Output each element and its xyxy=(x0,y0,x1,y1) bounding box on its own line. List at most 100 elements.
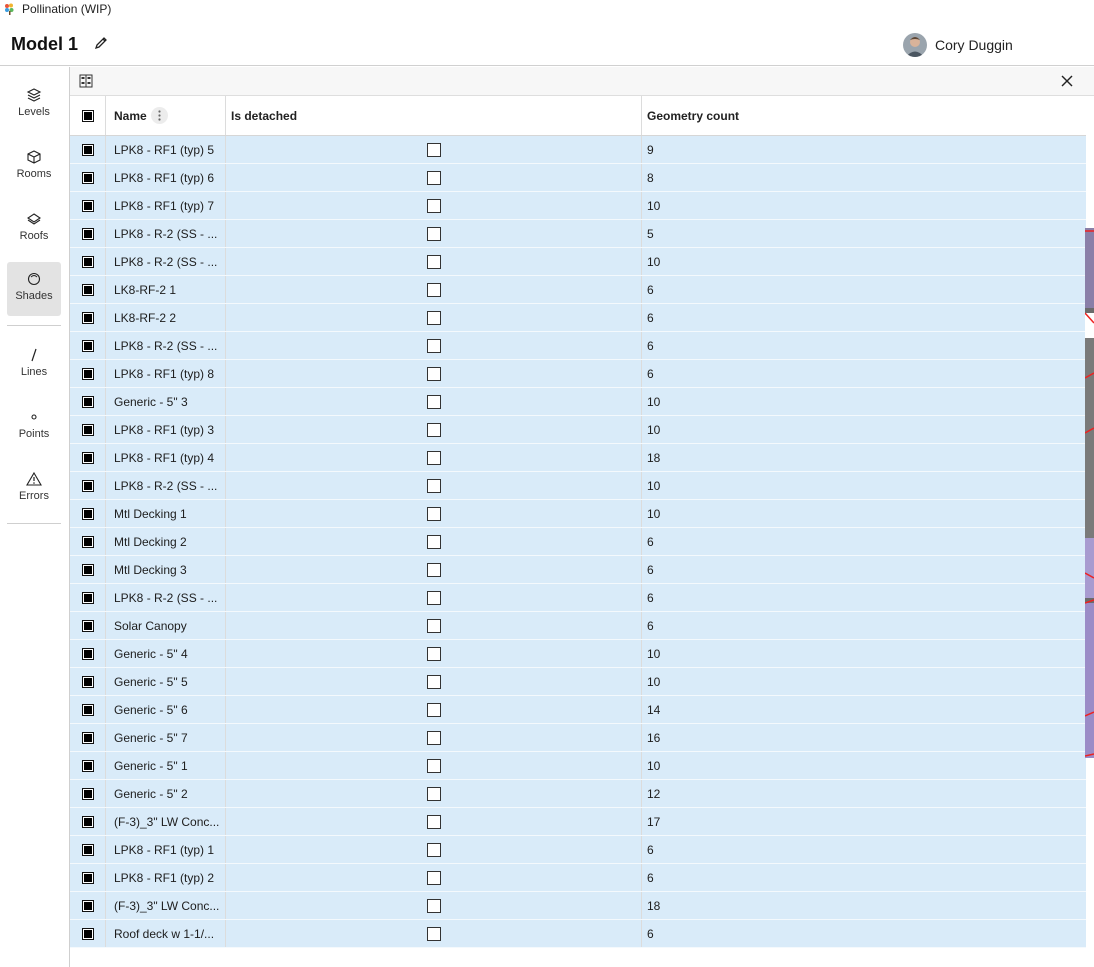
is-detached-checkbox[interactable] xyxy=(426,702,441,717)
row-name-cell[interactable]: Mtl Decking 3 xyxy=(106,556,226,583)
row-select-checkbox[interactable] xyxy=(81,871,94,884)
row-select-checkbox[interactable] xyxy=(81,367,94,380)
column-menu-icon[interactable] xyxy=(151,107,168,124)
row-name-cell[interactable]: Mtl Decking 1 xyxy=(106,500,226,527)
row-select-checkbox[interactable] xyxy=(81,143,94,156)
is-detached-checkbox[interactable] xyxy=(426,898,441,913)
row-select-checkbox[interactable] xyxy=(81,451,94,464)
is-detached-checkbox[interactable] xyxy=(426,758,441,773)
sidebar-item-points[interactable]: Points xyxy=(7,400,61,454)
table-row[interactable]: LPK8 - R-2 (SS - ... 6 xyxy=(70,584,1086,612)
table-row[interactable]: LPK8 - RF1 (typ) 7 10 xyxy=(70,192,1086,220)
table-row[interactable]: LPK8 - RF1 (typ) 6 8 xyxy=(70,164,1086,192)
row-name-cell[interactable]: Generic - 5" 1 xyxy=(106,752,226,779)
close-icon[interactable] xyxy=(1060,74,1074,88)
row-select-checkbox[interactable] xyxy=(81,395,94,408)
row-name-cell[interactable]: LPK8 - R-2 (SS - ... xyxy=(106,248,226,275)
column-header-name[interactable]: Name xyxy=(106,96,226,135)
column-header-geometry-count[interactable]: Geometry count xyxy=(642,96,1086,135)
row-name-cell[interactable]: LK8-RF-2 1 xyxy=(106,276,226,303)
row-name-cell[interactable]: Generic - 5" 2 xyxy=(106,780,226,807)
is-detached-checkbox[interactable] xyxy=(426,170,441,185)
is-detached-checkbox[interactable] xyxy=(426,142,441,157)
sidebar-item-shades[interactable]: Shades xyxy=(7,262,61,316)
table-row[interactable]: Generic - 5" 7 16 xyxy=(70,724,1086,752)
is-detached-checkbox[interactable] xyxy=(426,590,441,605)
is-detached-checkbox[interactable] xyxy=(426,814,441,829)
table-row[interactable]: LPK8 - R-2 (SS - ... 6 xyxy=(70,332,1086,360)
row-name-cell[interactable]: LPK8 - RF1 (typ) 3 xyxy=(106,416,226,443)
table-row[interactable]: Generic - 5" 2 12 xyxy=(70,780,1086,808)
row-select-checkbox[interactable] xyxy=(81,563,94,576)
row-name-cell[interactable]: LPK8 - R-2 (SS - ... xyxy=(106,584,226,611)
is-detached-checkbox[interactable] xyxy=(426,926,441,941)
table-row[interactable]: Mtl Decking 1 10 xyxy=(70,500,1086,528)
row-select-checkbox[interactable] xyxy=(81,311,94,324)
row-select-checkbox[interactable] xyxy=(81,759,94,772)
row-select-checkbox[interactable] xyxy=(81,283,94,296)
row-select-checkbox[interactable] xyxy=(81,787,94,800)
row-name-cell[interactable]: Generic - 5" 4 xyxy=(106,640,226,667)
is-detached-checkbox[interactable] xyxy=(426,198,441,213)
table-row[interactable]: Generic - 5" 5 10 xyxy=(70,668,1086,696)
row-select-checkbox[interactable] xyxy=(81,339,94,352)
row-select-checkbox[interactable] xyxy=(81,731,94,744)
table-row[interactable]: Solar Canopy 6 xyxy=(70,612,1086,640)
row-name-cell[interactable]: LK8-RF-2 2 xyxy=(106,304,226,331)
is-detached-checkbox[interactable] xyxy=(426,310,441,325)
row-name-cell[interactable]: LPK8 - RF1 (typ) 5 xyxy=(106,136,226,163)
is-detached-checkbox[interactable] xyxy=(426,562,441,577)
is-detached-checkbox[interactable] xyxy=(426,786,441,801)
pencil-icon[interactable] xyxy=(93,35,109,51)
row-select-checkbox[interactable] xyxy=(81,591,94,604)
row-name-cell[interactable]: LPK8 - RF1 (typ) 4 xyxy=(106,444,226,471)
row-name-cell[interactable]: Generic - 5" 5 xyxy=(106,668,226,695)
row-name-cell[interactable]: Roof deck w 1-1/... xyxy=(106,920,226,947)
row-name-cell[interactable]: LPK8 - RF1 (typ) 7 xyxy=(106,192,226,219)
is-detached-checkbox[interactable] xyxy=(426,254,441,269)
row-name-cell[interactable]: LPK8 - R-2 (SS - ... xyxy=(106,332,226,359)
sidebar-item-rooms[interactable]: Rooms xyxy=(7,140,61,194)
user-profile[interactable]: Cory Duggin xyxy=(903,33,1013,57)
row-select-checkbox[interactable] xyxy=(81,507,94,520)
table-row[interactable]: Roof deck w 1-1/... 6 xyxy=(70,920,1086,948)
row-select-checkbox[interactable] xyxy=(81,423,94,436)
row-select-checkbox[interactable] xyxy=(81,815,94,828)
row-select-checkbox[interactable] xyxy=(81,535,94,548)
sidebar-item-roofs[interactable]: Roofs xyxy=(7,202,61,256)
row-name-cell[interactable]: Generic - 5" 7 xyxy=(106,724,226,751)
is-detached-checkbox[interactable] xyxy=(426,730,441,745)
is-detached-checkbox[interactable] xyxy=(426,366,441,381)
is-detached-checkbox[interactable] xyxy=(426,226,441,241)
sidebar-item-lines[interactable]: Lines xyxy=(7,338,61,392)
row-name-cell[interactable]: LPK8 - RF1 (typ) 6 xyxy=(106,164,226,191)
sidebar-item-levels[interactable]: Levels xyxy=(7,78,61,132)
table-row[interactable]: LPK8 - RF1 (typ) 8 6 xyxy=(70,360,1086,388)
is-detached-checkbox[interactable] xyxy=(426,478,441,493)
table-row[interactable]: LPK8 - RF1 (typ) 2 6 xyxy=(70,864,1086,892)
row-select-checkbox[interactable] xyxy=(81,255,94,268)
is-detached-checkbox[interactable] xyxy=(426,842,441,857)
table-row[interactable]: LPK8 - RF1 (typ) 1 6 xyxy=(70,836,1086,864)
table-row[interactable]: Mtl Decking 3 6 xyxy=(70,556,1086,584)
row-select-checkbox[interactable] xyxy=(81,227,94,240)
row-name-cell[interactable]: Generic - 5" 3 xyxy=(106,388,226,415)
table-row[interactable]: Mtl Decking 2 6 xyxy=(70,528,1086,556)
row-select-checkbox[interactable] xyxy=(81,843,94,856)
is-detached-checkbox[interactable] xyxy=(426,618,441,633)
table-row[interactable]: Generic - 5" 1 10 xyxy=(70,752,1086,780)
row-select-checkbox[interactable] xyxy=(81,927,94,940)
table-row[interactable]: LPK8 - R-2 (SS - ... 5 xyxy=(70,220,1086,248)
row-select-checkbox[interactable] xyxy=(81,703,94,716)
table-row[interactable]: LPK8 - R-2 (SS - ... 10 xyxy=(70,248,1086,276)
row-name-cell[interactable]: LPK8 - RF1 (typ) 1 xyxy=(106,836,226,863)
is-detached-checkbox[interactable] xyxy=(426,506,441,521)
row-name-cell[interactable]: Generic - 5" 6 xyxy=(106,696,226,723)
is-detached-checkbox[interactable] xyxy=(426,534,441,549)
row-select-checkbox[interactable] xyxy=(81,171,94,184)
column-header-is-detached[interactable]: Is detached xyxy=(226,96,642,135)
table-row[interactable]: (F-3)_3" LW Conc... 17 xyxy=(70,808,1086,836)
row-name-cell[interactable]: LPK8 - R-2 (SS - ... xyxy=(106,220,226,247)
table-row[interactable]: Generic - 5" 3 10 xyxy=(70,388,1086,416)
is-detached-checkbox[interactable] xyxy=(426,394,441,409)
